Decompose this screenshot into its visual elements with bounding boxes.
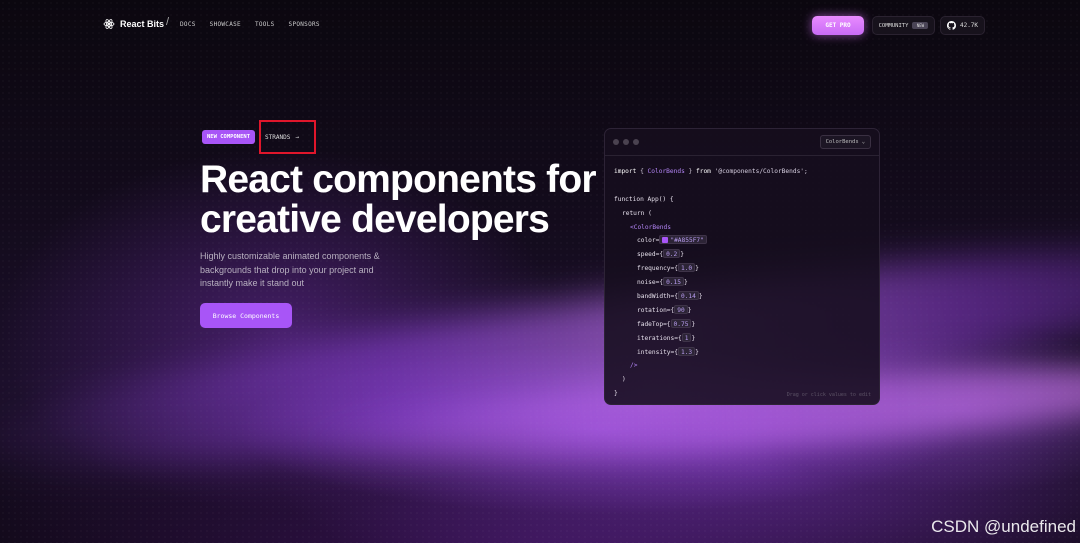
- window-dot-icon: [633, 139, 639, 145]
- prop-name: frequency={: [637, 265, 678, 273]
- watermark: CSDN @undefined: [931, 517, 1076, 536]
- window-dot-icon: [623, 139, 629, 145]
- prop-value-fadetop[interactable]: 0.75: [670, 318, 692, 328]
- github-icon: [946, 21, 956, 30]
- hero-title-line-2: creative developers: [200, 198, 550, 241]
- nav-separator: /: [166, 16, 170, 28]
- window-dot-icon: [613, 139, 619, 145]
- nav-link-sponsors[interactable]: SPONSORS: [289, 21, 320, 28]
- code-prop-frequency: frequency={1.0}: [614, 262, 808, 276]
- code-prop-speed: speed={0.2}: [614, 248, 808, 262]
- brand-name: React Bits: [120, 19, 165, 29]
- edit-hint: Drag or click values to edit: [786, 392, 871, 398]
- code-prop-intensity: intensity={1.3}: [614, 346, 808, 360]
- nav-link-showcase[interactable]: SHOWCASE: [210, 21, 241, 28]
- component-select-value: ColorBends: [825, 139, 859, 145]
- code-block: import { ColorBends } from '@components/…: [614, 165, 808, 401]
- code-prop-color: color= "#A855F7": [614, 234, 808, 248]
- code-string: '@components/ColorBends';: [710, 168, 808, 175]
- code-prop-bandwidth: bandWidth={0.14}: [614, 290, 808, 304]
- code-line-import: import { ColorBends } from '@components/…: [614, 165, 808, 179]
- browse-components-button[interactable]: Browse Components: [200, 303, 292, 328]
- github-stars-button[interactable]: 42.7K: [940, 16, 985, 35]
- code-prop-iterations: iterations={1}: [614, 332, 808, 346]
- nav-link-docs[interactable]: DOCS: [180, 21, 196, 28]
- prop-close: }: [683, 279, 688, 287]
- code-token: {: [636, 168, 648, 175]
- code-line-return: return (: [622, 209, 652, 217]
- github-star-count: 42.7K: [959, 22, 979, 29]
- community-new-badge: NEW: [912, 22, 929, 29]
- prop-name: intensity={: [637, 348, 678, 356]
- prop-name: fadeTop={: [637, 320, 671, 328]
- top-nav: React Bits / DOCS SHOWCASE TOOLS SPONSOR…: [0, 14, 1080, 36]
- prop-value-text: "#A855F7": [670, 237, 704, 245]
- annotation-highlight-box: [259, 120, 316, 154]
- prop-close: }: [695, 265, 699, 273]
- prop-name: rotation={: [637, 306, 675, 314]
- get-pro-button[interactable]: GET PRO: [812, 16, 864, 35]
- code-preview-panel: ColorBends ⌄ import { ColorBends } from …: [604, 128, 880, 405]
- prop-value-iterations[interactable]: 1: [681, 332, 692, 342]
- code-prop-noise: noise={0.15}: [614, 276, 808, 290]
- code-line-function: function App() {: [614, 195, 674, 203]
- code-keyword: from: [696, 168, 711, 175]
- prop-close: }: [698, 293, 703, 301]
- code-token: }: [684, 168, 696, 175]
- prop-close: }: [687, 306, 692, 314]
- prop-close: }: [691, 320, 696, 328]
- prop-name: speed={: [637, 251, 664, 259]
- prop-value-intensity[interactable]: 1.3: [677, 346, 696, 356]
- hero-subtitle: Highly customizable animated components …: [200, 251, 380, 288]
- prop-value-frequency[interactable]: 1.0: [677, 263, 696, 273]
- prop-name: bandWidth={: [637, 293, 678, 301]
- hero-title: React components for creative developers: [200, 160, 600, 240]
- prop-value-speed[interactable]: 0.2: [663, 249, 681, 259]
- community-button[interactable]: COMMUNITY NEW: [872, 16, 935, 35]
- prop-name: noise={: [637, 279, 664, 287]
- prop-close: }: [680, 251, 684, 259]
- component-select[interactable]: ColorBends ⌄: [819, 135, 871, 149]
- code-line-component-open: <ColorBends: [630, 223, 671, 231]
- prop-name: color=: [637, 237, 660, 245]
- hero-title-line-1: React components for: [200, 158, 597, 201]
- prop-value-color[interactable]: "#A855F7": [659, 235, 707, 245]
- nav-links: DOCS SHOWCASE TOOLS SPONSORS: [180, 21, 320, 28]
- code-keyword: import: [614, 168, 637, 175]
- code-panel-header: ColorBends ⌄: [605, 129, 879, 156]
- color-swatch-icon: [662, 237, 669, 244]
- prop-close: }: [691, 334, 696, 342]
- prop-name: iterations={: [637, 334, 682, 342]
- prop-value-noise[interactable]: 0.15: [663, 277, 684, 287]
- code-line-component-close: />: [630, 362, 638, 370]
- react-atom-icon: [103, 19, 115, 29]
- code-line-brace-close: }: [614, 390, 618, 398]
- prop-value-bandwidth[interactable]: 0.14: [677, 291, 699, 301]
- chevron-down-icon: ⌄: [861, 139, 865, 145]
- code-line-paren-close: ): [622, 376, 626, 384]
- new-component-badge: NEW COMPONENT: [202, 130, 256, 144]
- prop-value-rotation[interactable]: 90: [674, 304, 688, 314]
- code-prop-fadetop: fadeTop={0.75}: [614, 318, 808, 332]
- community-label: COMMUNITY: [878, 22, 909, 29]
- nav-link-tools[interactable]: TOOLS: [255, 21, 275, 28]
- prop-close: }: [695, 348, 699, 356]
- code-component-name: ColorBends: [647, 168, 685, 175]
- code-prop-rotation: rotation={90}: [614, 304, 808, 318]
- brand-logo[interactable]: React Bits: [103, 18, 164, 30]
